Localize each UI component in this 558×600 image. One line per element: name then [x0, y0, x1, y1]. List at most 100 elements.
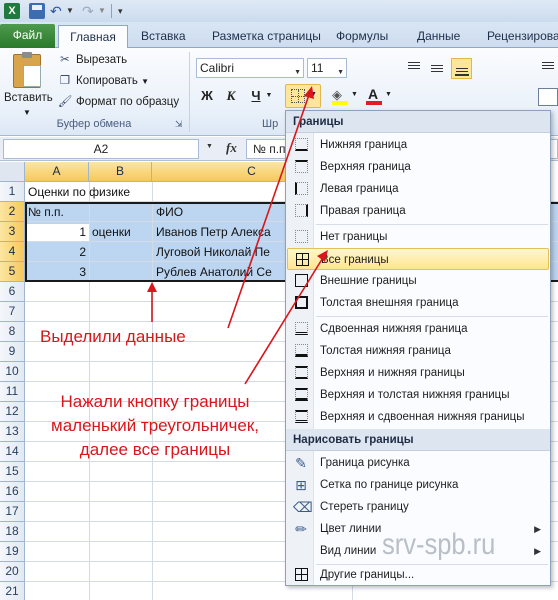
undo-icon[interactable]: ↶ — [50, 3, 66, 19]
font-color-dropdown-icon[interactable]: ▼ — [385, 91, 392, 98]
row-header[interactable]: 15 — [0, 462, 25, 482]
menu-item-more-borders[interactable]: Другие границы... — [287, 564, 549, 586]
cell-c4[interactable]: Луговой Николай Пе — [156, 242, 286, 262]
menu-header-borders: Границы — [286, 111, 550, 133]
font-size-select[interactable]: 11 ▼ — [307, 58, 347, 78]
row-header[interactable]: 20 — [0, 562, 25, 582]
redo-icon[interactable]: ↷ — [82, 3, 98, 19]
row-header[interactable]: 11 — [0, 382, 25, 402]
cell-c2[interactable]: ФИО — [156, 202, 276, 222]
copy-dropdown-icon[interactable]: ▼ — [141, 77, 149, 86]
menu-item-erase-border[interactable]: ⌫ Стереть границу — [287, 496, 549, 518]
row-header[interactable]: 14 — [0, 442, 25, 462]
row-header[interactable]: 10 — [0, 362, 25, 382]
row-header[interactable]: 1 — [0, 182, 25, 202]
tab-data[interactable]: Данные — [411, 25, 466, 48]
row-header[interactable]: 13 — [0, 422, 25, 442]
cell-a3[interactable]: 1 — [28, 222, 86, 242]
menu-item-no-border[interactable]: Нет границы — [287, 226, 549, 248]
row-header[interactable]: 17 — [0, 502, 25, 522]
clipboard-launcher-icon[interactable]: ⇲ — [175, 119, 183, 130]
cell-a1[interactable]: Оценки по физике — [28, 182, 278, 202]
menu-item-outside-borders[interactable]: Внешние границы — [287, 270, 549, 292]
align-middle-button[interactable] — [427, 58, 447, 78]
row-header[interactable]: 19 — [0, 542, 25, 562]
cell-a5[interactable]: 3 — [28, 262, 86, 282]
cell-c5[interactable]: Рублев Анатолий Се — [156, 262, 286, 282]
excel-logo-icon[interactable]: X — [4, 3, 20, 19]
font-color-button[interactable]: А ▼ — [364, 86, 394, 106]
italic-button[interactable]: К — [221, 86, 241, 106]
font-name-select[interactable]: Calibri ▼ — [196, 58, 304, 78]
cell-b3[interactable]: оценки — [92, 222, 152, 242]
tab-home[interactable]: Главная — [58, 25, 128, 49]
tab-review[interactable]: Рецензирова — [481, 25, 558, 48]
menu-item-left-border[interactable]: Левая граница — [287, 178, 549, 200]
column-header-a[interactable]: A — [25, 162, 89, 182]
name-box[interactable]: A2 — [3, 139, 199, 159]
column-header-b[interactable]: B — [89, 162, 152, 182]
tab-insert[interactable]: Вставка — [135, 25, 192, 48]
row-header[interactable]: 7 — [0, 302, 25, 322]
tab-file[interactable]: Файл — [0, 24, 55, 48]
more-borders-icon — [295, 568, 308, 581]
borders-dropdown-icon[interactable]: ▼ — [310, 91, 317, 98]
menu-item-draw-border-grid[interactable]: ⊞ Сетка по границе рисунка — [287, 474, 549, 496]
cell-a2[interactable]: № п.п. — [28, 202, 88, 222]
cell-a4[interactable]: 2 — [28, 242, 86, 262]
underline-button[interactable]: Ч — [246, 86, 266, 106]
row-header[interactable]: 4 — [0, 242, 25, 262]
format-painter-button[interactable]: 🖌 Формат по образцу — [57, 94, 179, 111]
align-middle-icon — [431, 65, 443, 66]
menu-item-thick-bottom-border[interactable]: Толстая нижняя граница — [287, 340, 549, 362]
borders-button[interactable]: ▼ — [285, 84, 321, 108]
menu-item-top-bottom-border[interactable]: Верхняя и нижняя границы — [287, 362, 549, 384]
wrap-text-button[interactable] — [538, 88, 558, 106]
menu-item-top-double-bottom-border[interactable]: Верхняя и сдвоенная нижняя границы — [287, 406, 549, 428]
name-box-dropdown-icon[interactable]: ▼ — [206, 143, 213, 150]
customize-qat-icon[interactable]: ▾ — [118, 3, 128, 19]
left-border-icon — [295, 182, 308, 195]
paste-dropdown-icon[interactable]: ▼ — [23, 108, 31, 117]
menu-item-right-border[interactable]: Правая граница — [287, 200, 549, 222]
tab-formulas[interactable]: Формулы — [330, 25, 394, 48]
menu-item-label: Верхняя и сдвоенная нижняя границы — [320, 411, 525, 423]
copy-button[interactable]: ❐ Копировать ▼ — [57, 73, 149, 90]
align-top-button[interactable] — [404, 58, 424, 78]
fx-icon[interactable]: fx — [226, 140, 237, 156]
row-header[interactable]: 6 — [0, 282, 25, 302]
redo-dropdown-icon[interactable]: ▼ — [98, 3, 106, 19]
align-bottom-button[interactable] — [451, 58, 472, 79]
undo-dropdown-icon[interactable]: ▼ — [66, 3, 74, 19]
menu-item-top-thick-bottom-border[interactable]: Верхняя и толстая нижняя границы — [287, 384, 549, 406]
fill-dropdown-icon[interactable]: ▼ — [351, 91, 358, 98]
cell-c3[interactable]: Иванов Петр Алекса — [156, 222, 286, 242]
paste-label: Вставить — [4, 92, 53, 104]
align-right-button[interactable] — [536, 58, 558, 78]
annotation-pressed: Нажали кнопку границы маленький треуголь… — [30, 390, 280, 462]
menu-item-draw-border[interactable]: ✎ Граница рисунка — [287, 452, 549, 474]
row-header[interactable]: 9 — [0, 342, 25, 362]
row-header[interactable]: 18 — [0, 522, 25, 542]
row-header[interactable]: 16 — [0, 482, 25, 502]
paste-button[interactable]: Вставить ▼ — [4, 52, 53, 118]
menu-item-double-bottom-border[interactable]: Сдвоенная нижняя граница — [287, 318, 549, 340]
row-header[interactable]: 2 — [0, 202, 25, 222]
save-icon[interactable] — [29, 3, 45, 19]
row-header[interactable]: 5 — [0, 262, 25, 282]
select-all-corner[interactable] — [0, 162, 25, 182]
menu-item-label: Нет границы — [320, 231, 388, 243]
bold-button[interactable]: Ж — [197, 86, 217, 106]
row-header[interactable]: 21 — [0, 582, 25, 600]
cut-button[interactable]: ✂ Вырезать — [57, 52, 127, 69]
menu-item-all-borders[interactable]: Все границы — [287, 248, 549, 270]
row-header[interactable]: 8 — [0, 322, 25, 342]
menu-item-top-border[interactable]: Верхняя граница — [287, 156, 549, 178]
row-header[interactable]: 3 — [0, 222, 25, 242]
menu-item-thick-box-border[interactable]: Толстая внешняя граница — [287, 292, 549, 314]
tab-page-layout[interactable]: Разметка страницы — [206, 25, 327, 48]
fill-color-button[interactable]: ◈ ▼ — [330, 86, 360, 106]
underline-dropdown-icon[interactable]: ▼ — [264, 86, 274, 106]
row-header[interactable]: 12 — [0, 402, 25, 422]
menu-item-bottom-border[interactable]: Нижняя граница — [287, 134, 549, 156]
